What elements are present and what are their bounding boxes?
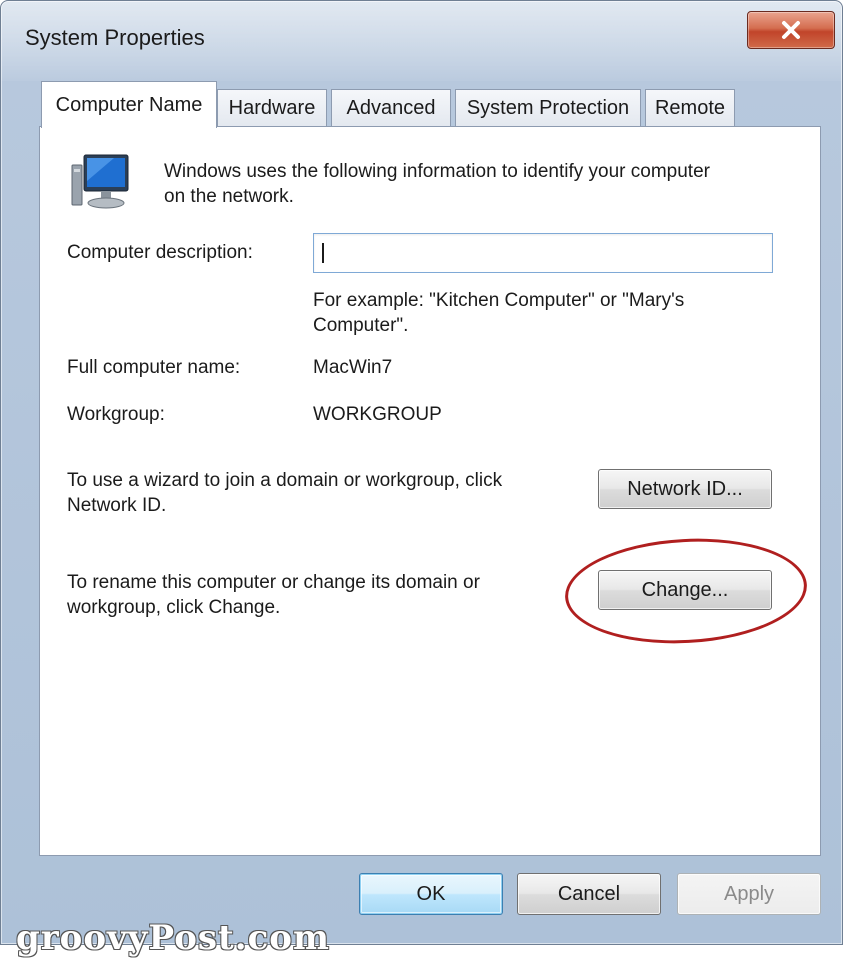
tab-advanced[interactable]: Advanced xyxy=(331,89,451,127)
network-id-text-line1: To use a wizard to join a domain or work… xyxy=(67,470,503,491)
computer-description-label: Computer description: xyxy=(67,242,253,263)
example-text-line1: For example: "Kitchen Computer" or "Mary… xyxy=(313,290,685,311)
workgroup-label: Workgroup: xyxy=(67,404,165,425)
change-text-line1: To rename this computer or change its do… xyxy=(67,572,480,593)
system-properties-window: System Properties Computer Name Hardware… xyxy=(0,0,843,945)
computer-description-input[interactable] xyxy=(313,233,773,273)
example-text-line2: Computer". xyxy=(313,315,409,336)
full-computer-name-label: Full computer name: xyxy=(67,357,241,378)
full-computer-name-value: MacWin7 xyxy=(313,357,393,378)
intro-text-line1: Windows uses the following information t… xyxy=(164,161,710,182)
cancel-button[interactable]: Cancel xyxy=(517,873,661,915)
tab-computer-name[interactable]: Computer Name xyxy=(41,81,217,128)
network-id-button[interactable]: Network ID... xyxy=(598,469,772,509)
computer-icon xyxy=(71,154,129,209)
text-caret xyxy=(322,243,324,263)
watermark-logo: groovyPost.com xyxy=(16,918,330,958)
ok-button[interactable]: OK xyxy=(359,873,503,915)
computer-name-panel: Windows uses the following information t… xyxy=(39,126,821,856)
tab-hardware[interactable]: Hardware xyxy=(217,89,327,127)
apply-button[interactable]: Apply xyxy=(677,873,821,915)
tab-system-protection[interactable]: System Protection xyxy=(455,89,641,127)
network-id-text-line2: Network ID. xyxy=(67,495,167,516)
intro-text-line2: on the network. xyxy=(164,186,294,207)
workgroup-value: WORKGROUP xyxy=(313,404,442,425)
change-text-line2: workgroup, click Change. xyxy=(67,597,281,618)
tab-remote[interactable]: Remote xyxy=(645,89,735,127)
window-title: System Properties xyxy=(25,25,205,50)
close-icon xyxy=(782,21,800,39)
close-button[interactable] xyxy=(747,11,835,49)
